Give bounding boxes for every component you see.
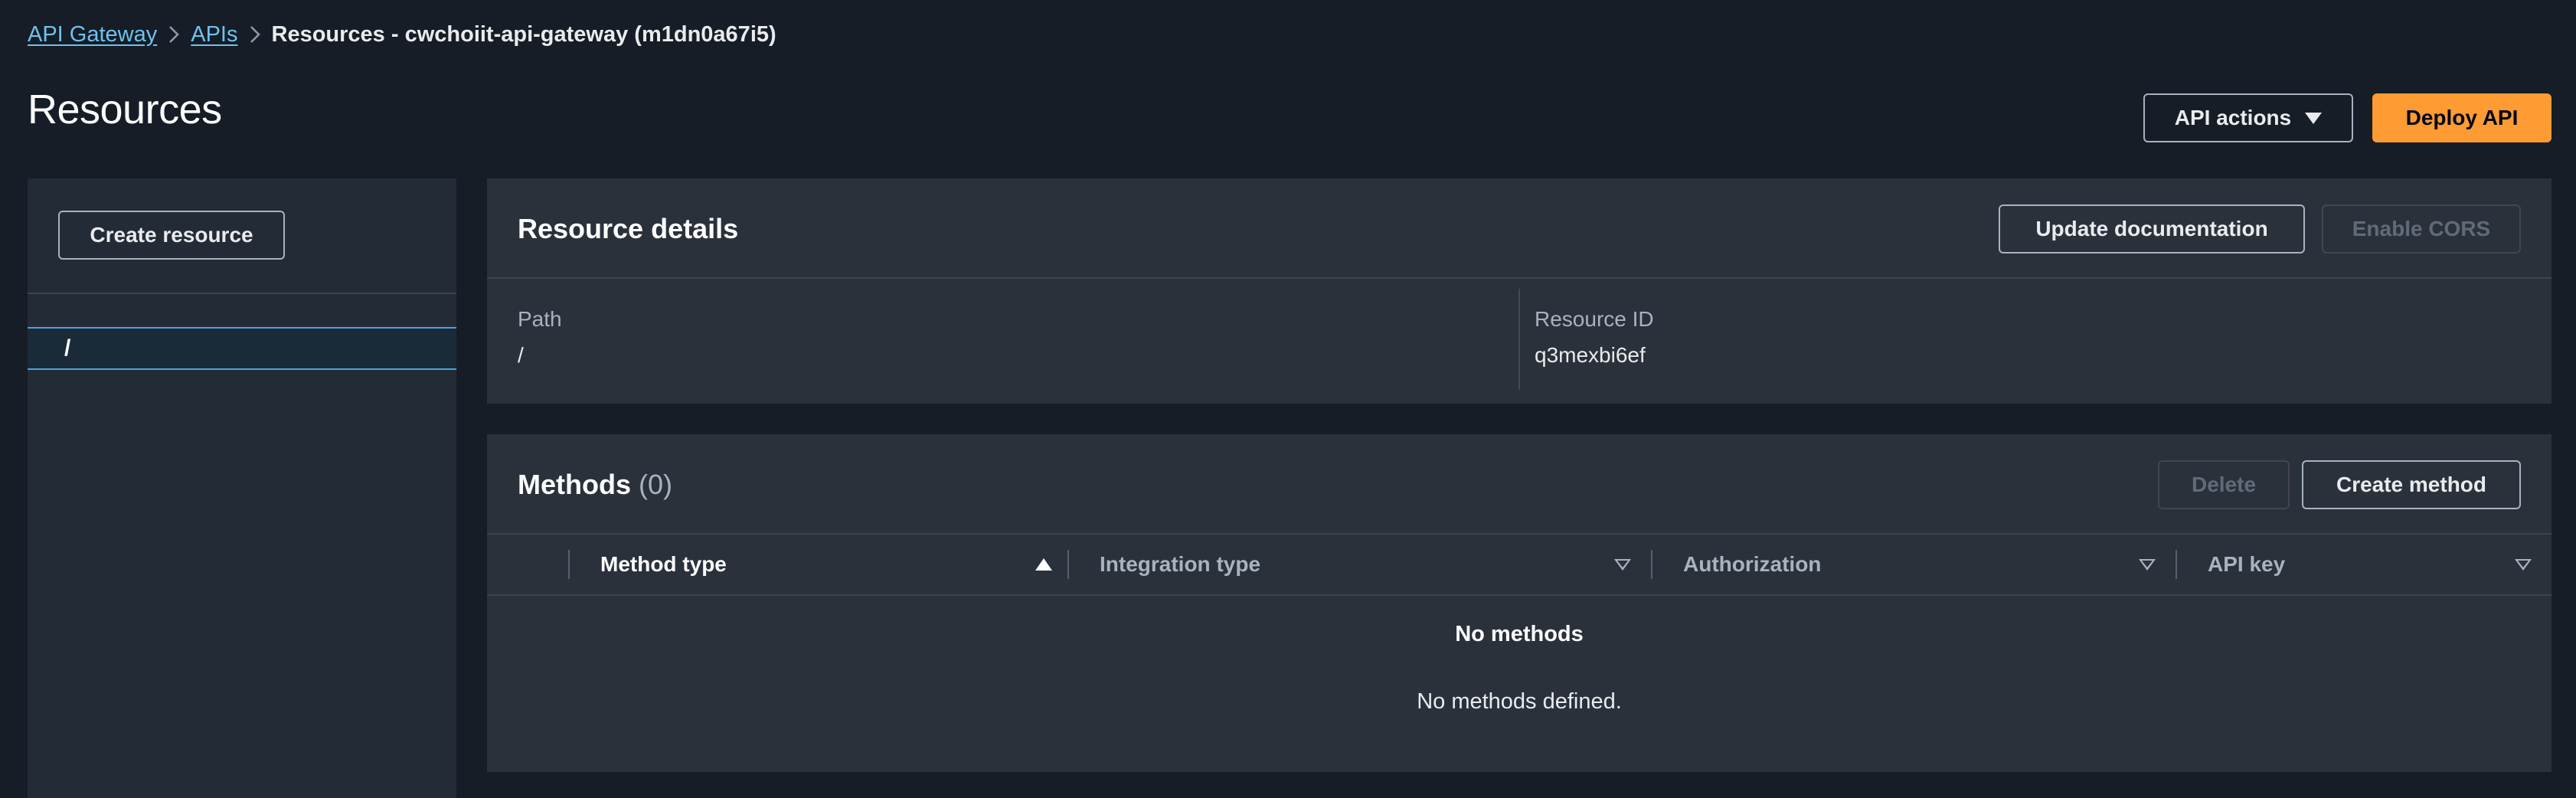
breadcrumb-current: Resources - cwchoiit-api-gateway (m1dn0a… [271, 21, 776, 47]
column-header-api-key[interactable]: API key [2177, 535, 2551, 594]
methods-count: (0) [639, 469, 673, 500]
column-divider [1518, 289, 1520, 390]
page-title: Resources [28, 87, 222, 132]
column-header-label: API key [2208, 552, 2286, 576]
resource-id-value: q3mexbi6ef [1535, 343, 1646, 367]
delete-button[interactable]: Delete [2158, 460, 2290, 509]
chevron-right-icon [157, 25, 191, 44]
resource-details-container: Resource details Update documentation En… [487, 178, 2551, 404]
create-resource-button[interactable]: Create resource [58, 211, 285, 260]
empty-state-title: No methods [1455, 622, 1584, 646]
methods-container: Methods (0) Delete Create method Method … [487, 434, 2551, 772]
path-label: Path [518, 307, 562, 331]
enable-cors-button[interactable]: Enable CORS [2322, 204, 2521, 253]
update-documentation-button[interactable]: Update documentation [1999, 204, 2305, 253]
column-header-label: Authorization [1683, 552, 1822, 576]
resource-id-label: Resource ID [1535, 307, 1654, 331]
path-value: / [518, 343, 524, 367]
methods-title-text: Methods [518, 469, 631, 500]
api-actions-button[interactable]: API actions [2143, 93, 2353, 142]
empty-state-description: No methods defined. [1417, 689, 1622, 714]
methods-table-header: Method type Integration type Authorizati… [487, 535, 2551, 594]
chevron-right-icon [238, 25, 272, 44]
tree-item-root[interactable]: / [28, 327, 456, 370]
caret-down-icon [2305, 112, 2323, 124]
create-method-button[interactable]: Create method [2302, 460, 2521, 509]
breadcrumb-apis-link[interactable]: APIs [191, 22, 237, 47]
column-header-label: Method type [600, 552, 727, 576]
tree-divider [28, 293, 456, 294]
resource-tree-panel: Create resource / [28, 178, 456, 798]
table-header-divider [487, 594, 2551, 596]
section-divider [487, 277, 2551, 279]
sort-icon [1614, 559, 1631, 571]
column-header-authorization[interactable]: Authorization [1652, 535, 2176, 594]
tree-item-path: / [64, 335, 71, 361]
sort-icon [2139, 559, 2156, 571]
deploy-api-button[interactable]: Deploy API [2372, 93, 2551, 142]
column-header-label: Integration type [1100, 552, 1261, 576]
breadcrumb-api-gateway-link[interactable]: API Gateway [28, 22, 157, 47]
resource-details-title: Resource details [518, 213, 739, 244]
api-actions-label: API actions [2174, 106, 2292, 129]
sort-ascending-icon [1035, 558, 1052, 571]
breadcrumb: API Gateway APIs Resources - cwchoiit-ap… [28, 20, 776, 49]
column-header-integration-type[interactable]: Integration type [1069, 535, 1651, 594]
sort-icon [2515, 559, 2532, 571]
methods-title: Methods (0) [518, 469, 672, 501]
column-header-method-type[interactable]: Method type [570, 535, 1067, 594]
